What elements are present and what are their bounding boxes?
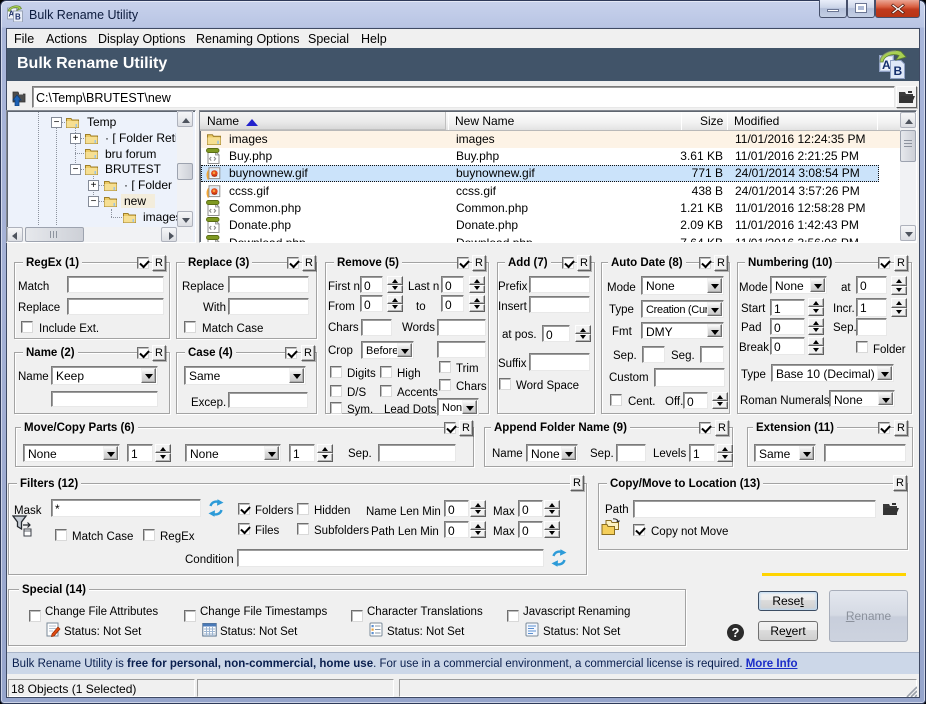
svg-text:B: B: [15, 13, 21, 22]
svg-text:B: B: [894, 64, 903, 78]
